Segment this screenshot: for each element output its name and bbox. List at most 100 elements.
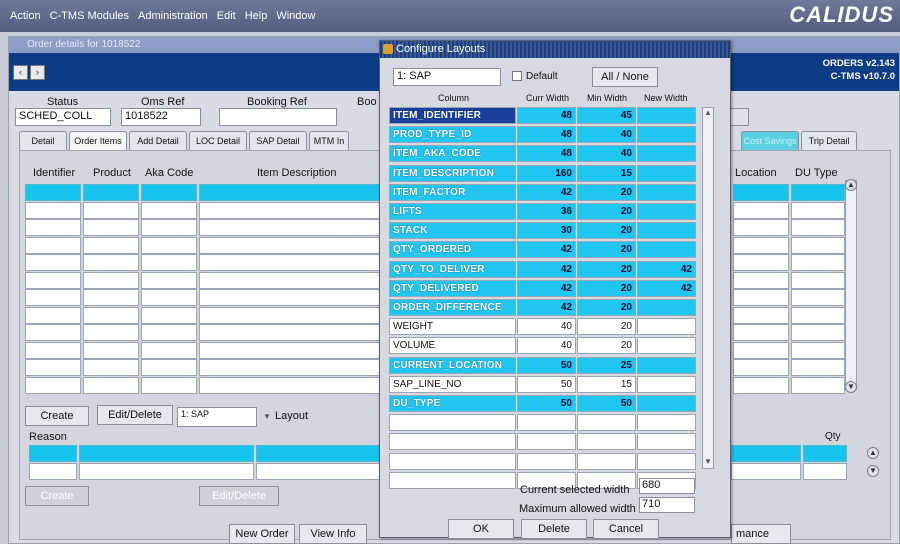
item-grid-cell[interactable]	[791, 184, 845, 201]
booking-ref-field[interactable]	[219, 108, 337, 126]
reason-row[interactable]	[29, 463, 77, 480]
item-grid-cell[interactable]	[25, 271, 81, 289]
item-grid-cell[interactable]	[199, 236, 387, 254]
scroll-up-icon[interactable]: ▲	[845, 179, 857, 191]
reason-row[interactable]	[731, 463, 801, 480]
menu-edit[interactable]: Edit	[217, 10, 236, 22]
new-width-input[interactable]	[637, 222, 696, 240]
new-width-input[interactable]	[637, 107, 696, 124]
default-checkbox[interactable]	[512, 71, 522, 81]
item-grid-cell[interactable]	[791, 306, 845, 324]
menu-window[interactable]: Window	[276, 10, 315, 22]
all-none-button[interactable]: All / None	[592, 67, 658, 87]
item-grid-cell[interactable]	[733, 184, 789, 201]
item-grid-cell[interactable]	[25, 236, 81, 254]
item-grid-cell[interactable]	[141, 219, 197, 236]
reason-row[interactable]	[256, 445, 386, 462]
item-grid-cell[interactable]	[791, 201, 845, 219]
new-width-input[interactable]	[637, 452, 696, 470]
layout-select[interactable]: 1: SAP	[177, 407, 257, 427]
item-grid-cell[interactable]	[733, 271, 789, 289]
item-grid-cell[interactable]	[733, 359, 789, 376]
tab-trip-detail[interactable]: Trip Detail	[801, 131, 857, 151]
item-grid-cell[interactable]	[141, 376, 197, 394]
new-width-input[interactable]	[637, 375, 696, 393]
new-width-input[interactable]	[637, 299, 696, 316]
item-grid-cell[interactable]	[83, 341, 139, 359]
item-grid-cell[interactable]	[199, 376, 387, 394]
item-grid-cell[interactable]	[791, 236, 845, 254]
item-grid-cell[interactable]	[199, 184, 387, 201]
item-grid-cell[interactable]	[199, 359, 387, 376]
item-grid-cell[interactable]	[199, 341, 387, 359]
item-grid-cell[interactable]	[733, 306, 789, 324]
item-grid-cell[interactable]	[733, 341, 789, 359]
item-grid-cell[interactable]	[25, 219, 81, 236]
next-record-button[interactable]: ›	[30, 65, 45, 80]
item-grid-cell[interactable]	[141, 341, 197, 359]
reason-edit-delete-button[interactable]: Edit/Delete	[199, 486, 279, 506]
item-grid-cell[interactable]	[199, 271, 387, 289]
item-grid-cell[interactable]	[791, 341, 845, 359]
cancel-button[interactable]: Cancel	[593, 519, 659, 539]
performance-button[interactable]: mance	[731, 524, 791, 544]
status-field[interactable]: SCHED_COLL	[15, 108, 111, 126]
new-width-input[interactable]	[637, 356, 696, 374]
menu-action[interactable]: Action	[10, 10, 41, 22]
item-grid-cell[interactable]	[25, 254, 81, 271]
ok-button[interactable]: OK	[448, 519, 514, 539]
new-width-input[interactable]	[637, 337, 696, 355]
reason-row[interactable]	[731, 445, 801, 462]
item-grid-cell[interactable]	[141, 271, 197, 289]
item-grid-cell[interactable]	[25, 376, 81, 394]
tab-loc-detail[interactable]: LOC Detail	[189, 131, 247, 151]
item-grid-cell[interactable]	[791, 254, 845, 271]
dialog-scroll-down-icon[interactable]: ▼	[704, 457, 712, 466]
item-grid-cell[interactable]	[141, 254, 197, 271]
oms-ref-field[interactable]: 1018522	[121, 108, 201, 126]
item-grid-cell[interactable]	[141, 236, 197, 254]
reason-row[interactable]	[29, 445, 77, 462]
tab-cost-savings[interactable]: Cost Savings	[741, 131, 799, 151]
item-grid-cell[interactable]	[83, 271, 139, 289]
new-width-input[interactable]: 42	[637, 279, 696, 297]
dialog-scroll-up-icon[interactable]: ▲	[704, 108, 712, 117]
item-grid-cell[interactable]	[83, 184, 139, 201]
item-grid-cell[interactable]	[83, 376, 139, 394]
reason-scroll-up-icon[interactable]: ▲	[867, 447, 879, 459]
tab-mtm-in[interactable]: MTM In	[309, 131, 349, 151]
reason-row[interactable]	[803, 445, 847, 462]
item-grid-cell[interactable]	[83, 236, 139, 254]
reason-row[interactable]	[256, 463, 386, 480]
new-order-button[interactable]: New Order	[229, 524, 295, 544]
item-grid-cell[interactable]	[733, 236, 789, 254]
menu-ctms-modules[interactable]: C-TMS Modules	[50, 10, 129, 22]
item-grid-cell[interactable]	[791, 271, 845, 289]
tab-detail[interactable]: Detail	[19, 131, 67, 151]
new-width-input[interactable]	[637, 241, 696, 259]
item-grid-cell[interactable]	[141, 359, 197, 376]
reason-scroll-down-icon[interactable]: ▼	[867, 465, 879, 477]
new-width-input[interactable]	[637, 395, 696, 412]
scroll-down-icon[interactable]: ▼	[845, 381, 857, 393]
layout-name-input[interactable]: 1: SAP	[393, 68, 501, 86]
item-grid-cell[interactable]	[25, 359, 81, 376]
item-grid-cell[interactable]	[791, 289, 845, 306]
prev-record-button[interactable]: ‹	[13, 65, 28, 80]
item-grid-cell[interactable]	[791, 376, 845, 394]
new-width-input[interactable]: 42	[637, 260, 696, 278]
new-width-input[interactable]	[637, 145, 696, 163]
item-grid-cell[interactable]	[733, 324, 789, 341]
item-grid-cell[interactable]	[25, 289, 81, 306]
item-grid-cell[interactable]	[141, 289, 197, 306]
item-grid-cell[interactable]	[199, 201, 387, 219]
item-grid-cell[interactable]	[199, 324, 387, 341]
layout-dropdown-icon[interactable]: ▼	[263, 412, 271, 421]
item-grid-cell[interactable]	[733, 219, 789, 236]
item-grid-cell[interactable]	[141, 324, 197, 341]
delete-button[interactable]: Delete	[521, 519, 587, 539]
item-grid-cell[interactable]	[791, 324, 845, 341]
item-grid-cell[interactable]	[83, 254, 139, 271]
reason-row[interactable]	[79, 463, 254, 480]
new-width-input[interactable]	[637, 318, 696, 336]
